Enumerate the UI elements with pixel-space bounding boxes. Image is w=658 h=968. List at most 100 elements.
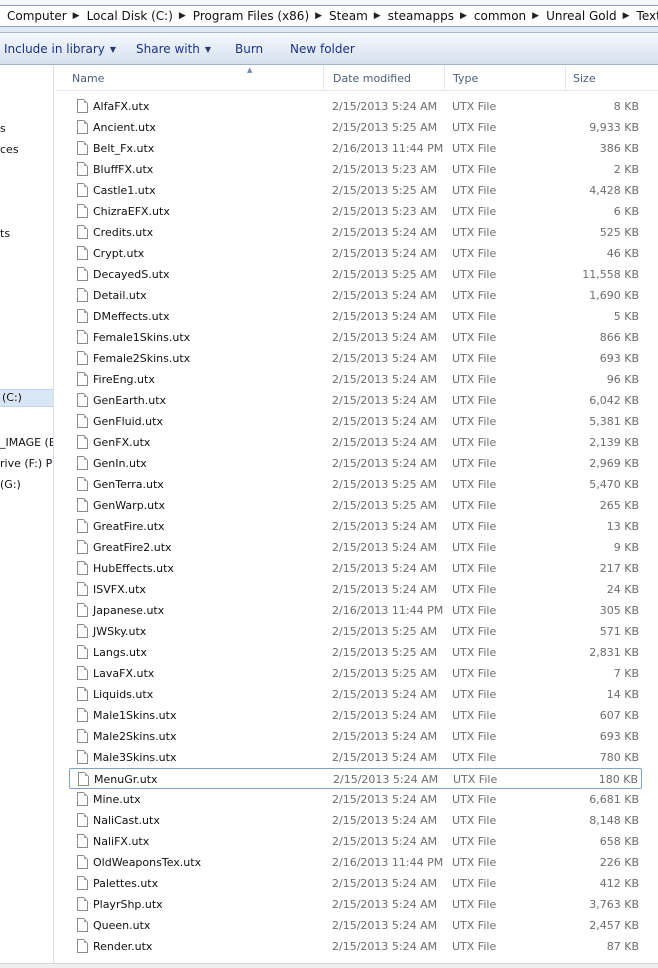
column-divider[interactable] [565,66,566,91]
file-row[interactable]: Mine.utx 2/15/2013 5:24 AM UTX File 6,681 K… [69,789,642,810]
file-date-modified: 2/15/2013 5:24 AM [332,457,438,470]
file-row[interactable]: Detail.utx 2/15/2013 5:24 AM UTX File 1,690… [69,285,642,306]
file-row[interactable]: Female1Skins.utx 2/15/2013 5:24 AM UTX Fil… [69,327,642,348]
column-divider[interactable] [323,66,324,91]
chevron-right-icon[interactable]: ▶ [460,11,467,21]
nav-item[interactable]: rive (F:) Pl [0,457,53,470]
file-row[interactable]: GenTerra.utx 2/15/2013 5:25 AM UTX File 5,4… [69,474,642,495]
include-in-library-button[interactable]: Include in library ▼ [4,42,116,56]
file-name: AlfaFX.utx [93,100,150,113]
file-icon [77,687,88,701]
nav-item[interactable]: ts [0,227,10,240]
file-row[interactable]: GenFX.utx 2/15/2013 5:24 AM UTX File 2,139 … [69,432,642,453]
file-row[interactable]: Palettes.utx 2/15/2013 5:24 AM UTX File 412… [69,873,642,894]
file-row[interactable]: Male1Skins.utx 2/15/2013 5:24 AM UTX File 6… [69,705,642,726]
nav-item[interactable]: s [0,122,6,135]
file-size: 305 KB [599,604,639,617]
file-name: Ancient.utx [93,121,156,134]
file-row[interactable]: GreatFire.utx 2/15/2013 5:24 AM UTX File 13… [69,516,642,537]
column-header-name[interactable]: Name [72,72,104,85]
column-divider[interactable] [444,66,445,91]
breadcrumb-item[interactable]: Computer [0,9,67,23]
file-row[interactable]: Male2Skins.utx 2/15/2013 5:24 AM UTX File 6… [69,726,642,747]
chevron-right-icon[interactable]: ▶ [179,11,186,21]
file-row[interactable]: GenWarp.utx 2/15/2013 5:25 AM UTX File 265 … [69,495,642,516]
nav-item[interactable]: (G:) [0,478,21,491]
nav-item[interactable]: _IMAGE (E [0,436,53,449]
file-icon [77,288,88,302]
file-size: 4,428 KB [589,184,639,197]
file-icon [77,477,88,491]
file-row[interactable]: Langs.utx 2/15/2013 5:25 AM UTX File 2,831 … [69,642,642,663]
command-label: New folder [290,42,355,56]
navigation-pane[interactable]: s ces ts (C:) _IMAGE (E rive (F:) Pl (G:) [0,66,54,968]
command-label: Burn [235,42,264,56]
file-row[interactable]: Credits.utx 2/15/2013 5:24 AM UTX File 525 … [69,222,642,243]
file-row[interactable]: Belt_Fx.utx 2/16/2013 11:44 PM UTX File 386… [69,138,642,159]
column-header-size[interactable]: Size [573,72,596,85]
breadcrumb-item[interactable]: Program Files (x86) [186,9,309,23]
new-folder-button[interactable]: New folder [290,42,355,56]
breadcrumb-item[interactable]: Textures [630,9,658,23]
file-row[interactable]: JWSky.utx 2/15/2013 5:25 AM UTX File 571 KB [69,621,642,642]
column-header-date[interactable]: Date modified [333,72,411,85]
file-type: UTX File [452,415,497,428]
file-row[interactable]: Queen.utx 2/15/2013 5:24 AM UTX File 2,457 … [69,915,642,936]
chevron-right-icon[interactable]: ▶ [73,11,80,21]
nav-item[interactable]: ces [0,143,19,156]
chevron-right-icon[interactable]: ▶ [374,11,381,21]
breadcrumb-item[interactable]: common [467,9,526,23]
file-date-modified: 2/15/2013 5:25 AM [332,184,438,197]
file-row[interactable]: FireEng.utx 2/15/2013 5:24 AM UTX File 96 K… [69,369,642,390]
breadcrumb[interactable]: Computer ▶ Local Disk (C:) ▶ Program Files (… [0,5,658,27]
file-row[interactable]: Crypt.utx 2/15/2013 5:24 AM UTX File 46 KB [69,243,642,264]
file-row[interactable]: NaliCast.utx 2/15/2013 5:24 AM UTX File 8,1… [69,810,642,831]
file-row[interactable]: Liquids.utx 2/15/2013 5:24 AM UTX File 14 K… [69,684,642,705]
file-row[interactable]: GenFluid.utx 2/15/2013 5:24 AM UTX File 5,3… [69,411,642,432]
file-row[interactable]: GenIn.utx 2/15/2013 5:24 AM UTX File 2,969 … [69,453,642,474]
file-row[interactable]: ISVFX.utx 2/15/2013 5:24 AM UTX File 24 KB [69,579,642,600]
file-row[interactable]: OldWeaponsTex.utx 2/16/2013 11:44 PM UTX F… [69,852,642,873]
file-row[interactable]: Male3Skins.utx 2/15/2013 5:24 AM UTX File 7… [69,747,642,768]
file-row[interactable]: Render.utx 2/15/2013 5:24 AM UTX File 87 KB [69,936,642,957]
file-size: 96 KB [606,373,639,386]
command-label: Include in library [4,42,105,56]
column-header-type[interactable]: Type [453,72,478,85]
file-row[interactable]: Japanese.utx 2/16/2013 11:44 PM UTX File 30… [69,600,642,621]
file-row[interactable]: LavaFX.utx 2/15/2013 5:25 AM UTX File 7 KB [69,663,642,684]
file-icon [77,939,88,953]
breadcrumb-item[interactable]: Local Disk (C:) [80,9,173,23]
file-row[interactable]: MenuGr.utx 2/15/2013 5:24 AM UTX File 180 K… [69,768,642,789]
file-row[interactable]: NaliFX.utx 2/15/2013 5:24 AM UTX File 658 K… [69,831,642,852]
chevron-right-icon[interactable]: ▶ [623,11,630,21]
file-row[interactable]: HubEffects.utx 2/15/2013 5:24 AM UTX File 2… [69,558,642,579]
breadcrumb-item[interactable]: steamapps [381,9,454,23]
file-name: Castle1.utx [93,184,156,197]
share-with-button[interactable]: Share with ▼ [136,42,211,56]
file-icon [77,225,88,239]
file-row[interactable]: PlayrShp.utx 2/15/2013 5:24 AM UTX File 3,7… [69,894,642,915]
file-icon [77,624,88,638]
breadcrumb-item[interactable]: Steam [322,9,368,23]
file-row[interactable]: AlfaFX.utx 2/15/2013 5:24 AM UTX File 8 KB [69,96,642,117]
burn-button[interactable]: Burn [235,42,263,56]
chevron-right-icon[interactable]: ▶ [532,11,539,21]
file-row[interactable]: ChizraEFX.utx 2/15/2013 5:23 AM UTX File 6 … [69,201,642,222]
file-row[interactable]: Ancient.utx 2/15/2013 5:25 AM UTX File 9,93… [69,117,642,138]
file-date-modified: 2/15/2013 5:24 AM [332,793,438,806]
file-row[interactable]: GreatFire2.utx 2/15/2013 5:24 AM UTX File 9… [69,537,642,558]
file-date-modified: 2/15/2013 5:25 AM [332,667,438,680]
breadcrumb-item[interactable]: Unreal Gold [539,9,617,23]
file-row[interactable]: Castle1.utx 2/15/2013 5:25 AM UTX File 4,42… [69,180,642,201]
file-row[interactable]: DecayedS.utx 2/15/2013 5:25 AM UTX File 11,… [69,264,642,285]
file-size: 780 KB [599,751,639,764]
file-icon [77,393,88,407]
file-row[interactable]: GenEarth.utx 2/15/2013 5:24 AM UTX File 6,0… [69,390,642,411]
chevron-right-icon[interactable]: ▶ [315,11,322,21]
file-row[interactable]: Female2Skins.utx 2/15/2013 5:24 AM UTX Fil… [69,348,642,369]
file-row[interactable]: DMeffects.utx 2/15/2013 5:24 AM UTX File 5 … [69,306,642,327]
nav-item[interactable]: (C:) [0,389,53,407]
file-type: UTX File [452,457,497,470]
file-size: 14 KB [606,688,639,701]
file-row[interactable]: BluffFX.utx 2/15/2013 5:23 AM UTX File 2 KB [69,159,642,180]
